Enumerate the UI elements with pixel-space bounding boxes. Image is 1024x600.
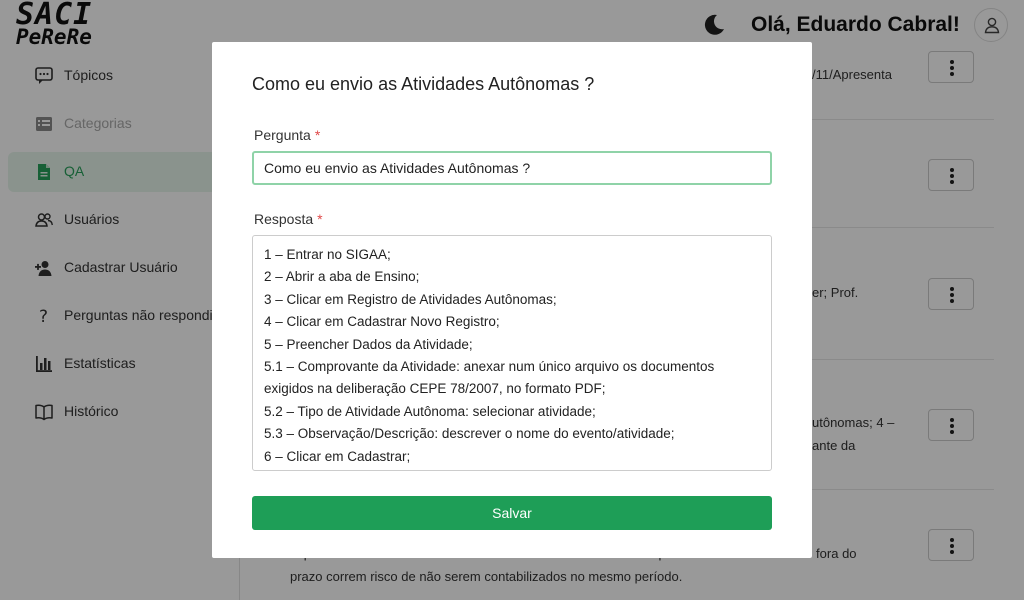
- resposta-line: 6 – Clicar em Cadastrar;: [264, 448, 411, 464]
- resposta-textarea[interactable]: 1 – Entrar no SIGAA; 2 – Abrir a aba de …: [252, 235, 772, 471]
- resposta-line: 1 – Entrar no SIGAA;: [264, 247, 391, 262]
- resposta-line: 4 – Clicar em Cadastrar Novo Registro;: [264, 314, 500, 330]
- save-button[interactable]: Salvar: [252, 496, 772, 530]
- resposta-line: 5.1 – Comprovante da Atividade: anexar n…: [264, 359, 715, 375]
- resposta-line: 2 – Abrir a aba de Ensino;: [264, 269, 420, 285]
- pergunta-label: Pergunta *: [254, 127, 320, 143]
- pergunta-input[interactable]: [252, 151, 772, 185]
- resposta-line: 5.2 – Tipo de Atividade Autônoma: seleci…: [264, 403, 596, 419]
- resposta-line: 3 – Clicar em Registro de Atividades Aut…: [264, 291, 557, 307]
- resposta-label-text: Resposta: [254, 211, 314, 227]
- resposta-line: 5.3 – Observação/Descrição: descrever o …: [264, 426, 675, 442]
- resposta-line: exigidos na deliberação CEPE 78/2007, no…: [264, 381, 606, 397]
- resposta-label: Resposta *: [254, 211, 323, 227]
- required-mark: *: [314, 127, 321, 143]
- resposta-line: 5 – Preencher Dados da Atividade;: [264, 336, 473, 352]
- modal-title: Como eu envio as Atividades Autônomas ?: [252, 74, 595, 94]
- pergunta-label-text: Pergunta: [254, 127, 311, 143]
- required-mark: *: [317, 211, 323, 227]
- edit-qa-modal: Como eu envio as Atividades Autônomas ? …: [212, 42, 812, 558]
